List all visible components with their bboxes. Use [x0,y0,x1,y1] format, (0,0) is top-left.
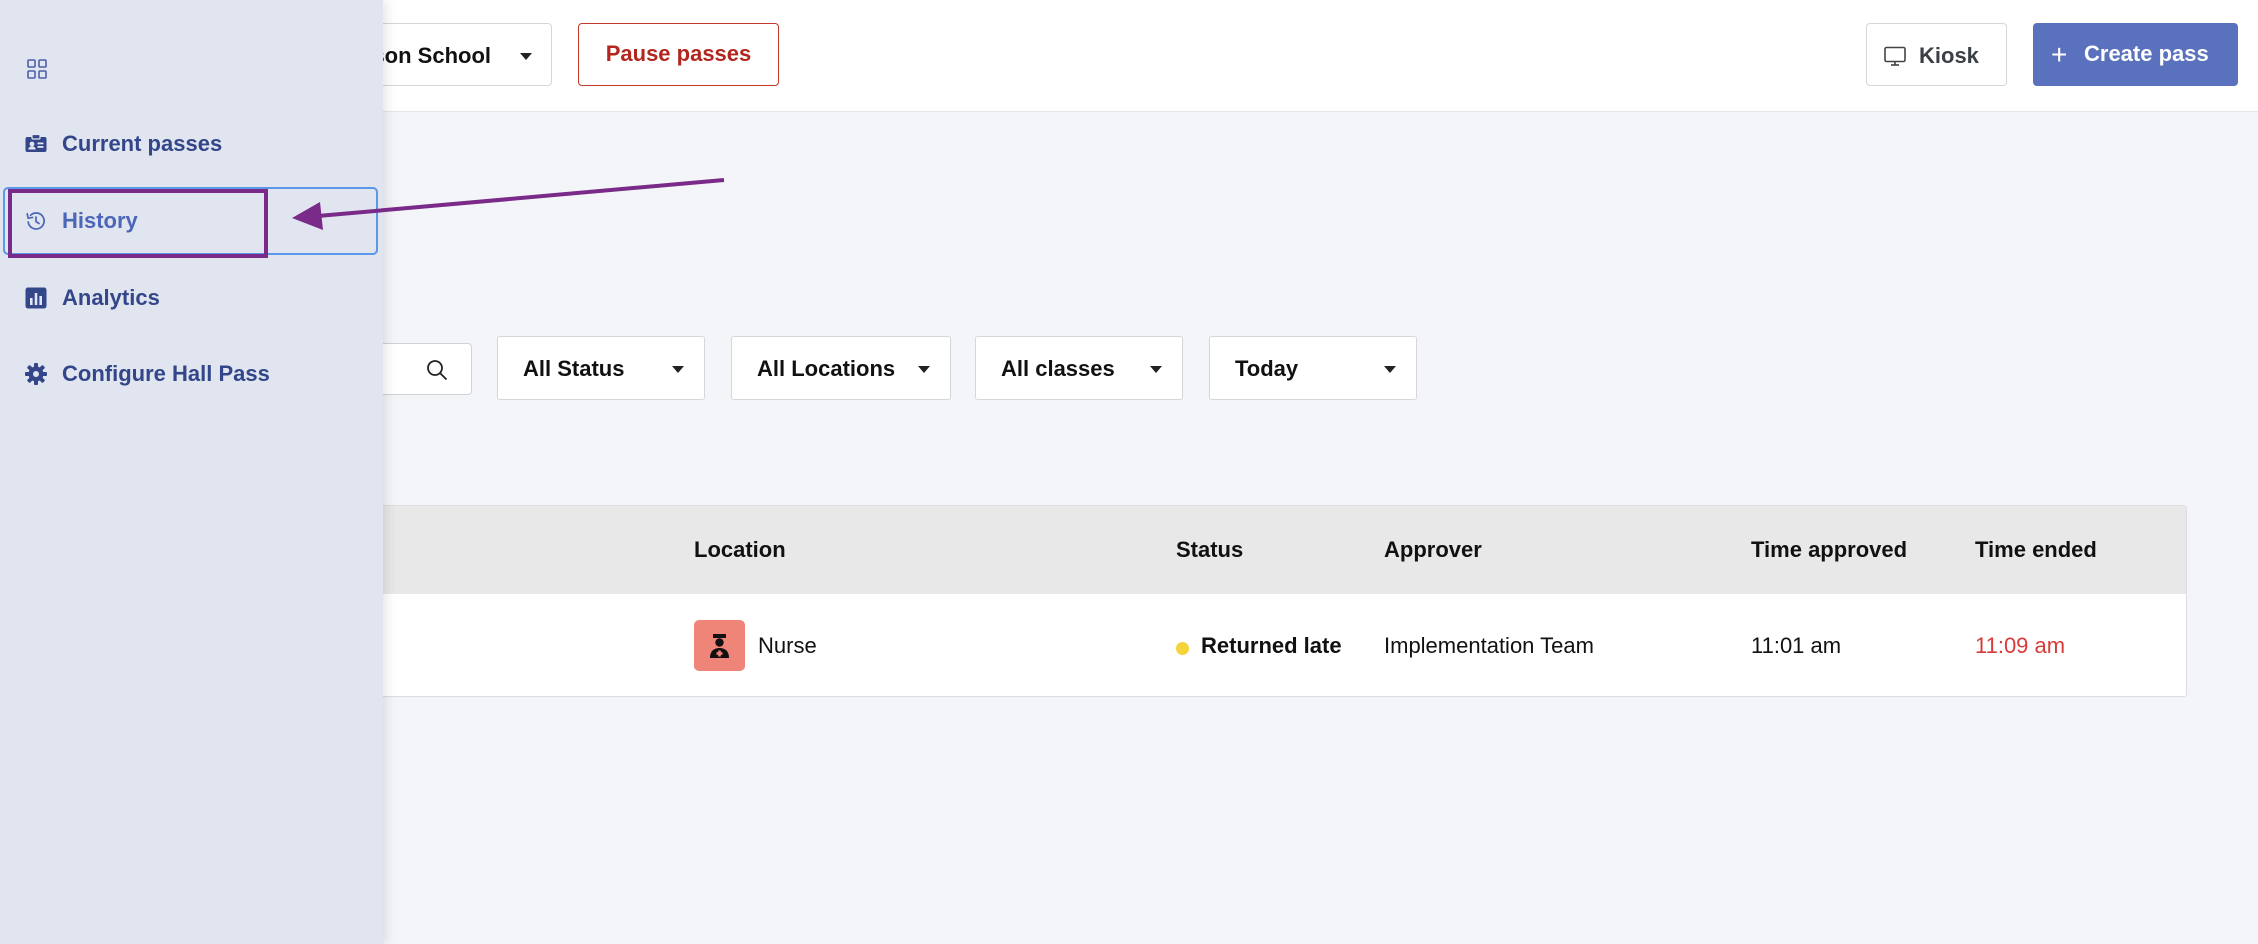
annotation-arrow-icon [292,178,725,230]
